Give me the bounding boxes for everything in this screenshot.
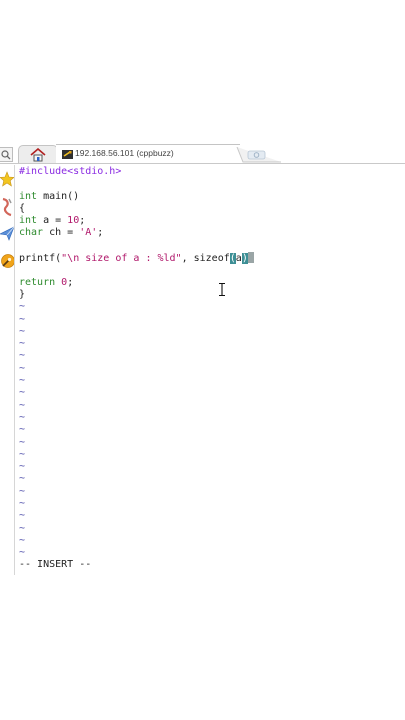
code-line: printf("\n size of a : %ld", sizeof(a) — [19, 252, 254, 265]
empty-line-marker: ~ — [19, 313, 26, 325]
code-token: #include<stdio.h> — [19, 166, 122, 177]
text-cursor-icon — [219, 283, 225, 296]
search-button[interactable] — [0, 147, 13, 162]
empty-line-marker: ~ — [19, 387, 26, 399]
text-cursor — [247, 252, 254, 264]
code-token: , sizeof — [181, 253, 230, 265]
empty-line-marker: ~ — [19, 338, 26, 350]
empty-line-marker: ~ — [19, 301, 26, 313]
code-token: a — [235, 253, 242, 265]
tab-session[interactable]: 192.168.56.101 (cppbuzz) — [56, 144, 240, 164]
code-token: a = — [37, 215, 68, 227]
home-icon — [30, 148, 46, 162]
code-token: { — [19, 202, 26, 214]
empty-line-marker: ~ — [19, 411, 26, 423]
send-icon[interactable] — [0, 225, 14, 241]
code-line: #include<stdio.h> — [19, 166, 254, 178]
code-token: int — [19, 190, 38, 202]
empty-line-marker: ~ — [19, 485, 26, 497]
new-tab-button[interactable] — [236, 147, 282, 163]
code-line: char ch = 'A'; — [19, 227, 254, 239]
settings-icon[interactable] — [0, 253, 14, 269]
code-token: } — [19, 288, 26, 300]
empty-line-marker: ~ — [19, 375, 26, 387]
new-tab-icon — [236, 147, 281, 163]
code-token: "\n size of a : %ld" — [61, 253, 182, 265]
code-token: int — [19, 215, 38, 227]
star-icon[interactable] — [0, 171, 14, 187]
tab-bar: 192.168.56.101 (cppbuzz) — [0, 143, 405, 166]
tab-home[interactable] — [18, 145, 58, 164]
vim-mode-indicator: -- INSERT -- — [19, 559, 92, 570]
empty-line-marker: ~ — [19, 399, 26, 411]
empty-line-marker: ~ — [19, 461, 26, 473]
empty-line-marker: ~ — [19, 473, 26, 485]
code-token: char — [19, 227, 44, 239]
session-tab-label: 192.168.56.101 (cppbuzz) — [75, 148, 174, 158]
empty-line-marker: ~ — [19, 498, 26, 510]
empty-line-marker: ~ — [19, 436, 26, 448]
code-token: return — [19, 276, 56, 288]
code-line: int a = 10; — [19, 215, 254, 227]
code-token: 'A' — [79, 227, 98, 239]
code-token: ; — [67, 276, 74, 288]
tab-bar-divider — [0, 163, 405, 164]
code-token: ; — [79, 215, 86, 227]
empty-line-marker: ~ — [19, 325, 26, 337]
vim-editor[interactable]: #include<stdio.h> int main(){int a = 10; c… — [19, 166, 254, 560]
empty-line-marker: ~ — [19, 547, 26, 559]
left-sidebar — [0, 165, 15, 575]
code-line: { — [19, 203, 254, 215]
empty-line-marker: ~ — [19, 510, 26, 522]
code-token: printf( — [19, 253, 62, 265]
empty-line-marker: ~ — [19, 424, 26, 436]
tools-icon[interactable] — [0, 197, 14, 217]
empty-line-marker: ~ — [19, 522, 26, 534]
empty-line-marker: ~ — [19, 362, 26, 374]
empty-line-marker: ~ — [19, 534, 26, 546]
terminal-icon — [62, 150, 73, 159]
code-token: 10 — [67, 215, 80, 227]
empty-line-marker: ~ — [19, 350, 26, 362]
code-token: main() — [37, 190, 80, 202]
empty-line-marker: ~ — [19, 448, 26, 460]
code-token: ch = — [43, 227, 80, 239]
search-icon — [1, 150, 11, 160]
code-line: int main() — [19, 191, 254, 203]
code-token: ; — [97, 227, 104, 239]
